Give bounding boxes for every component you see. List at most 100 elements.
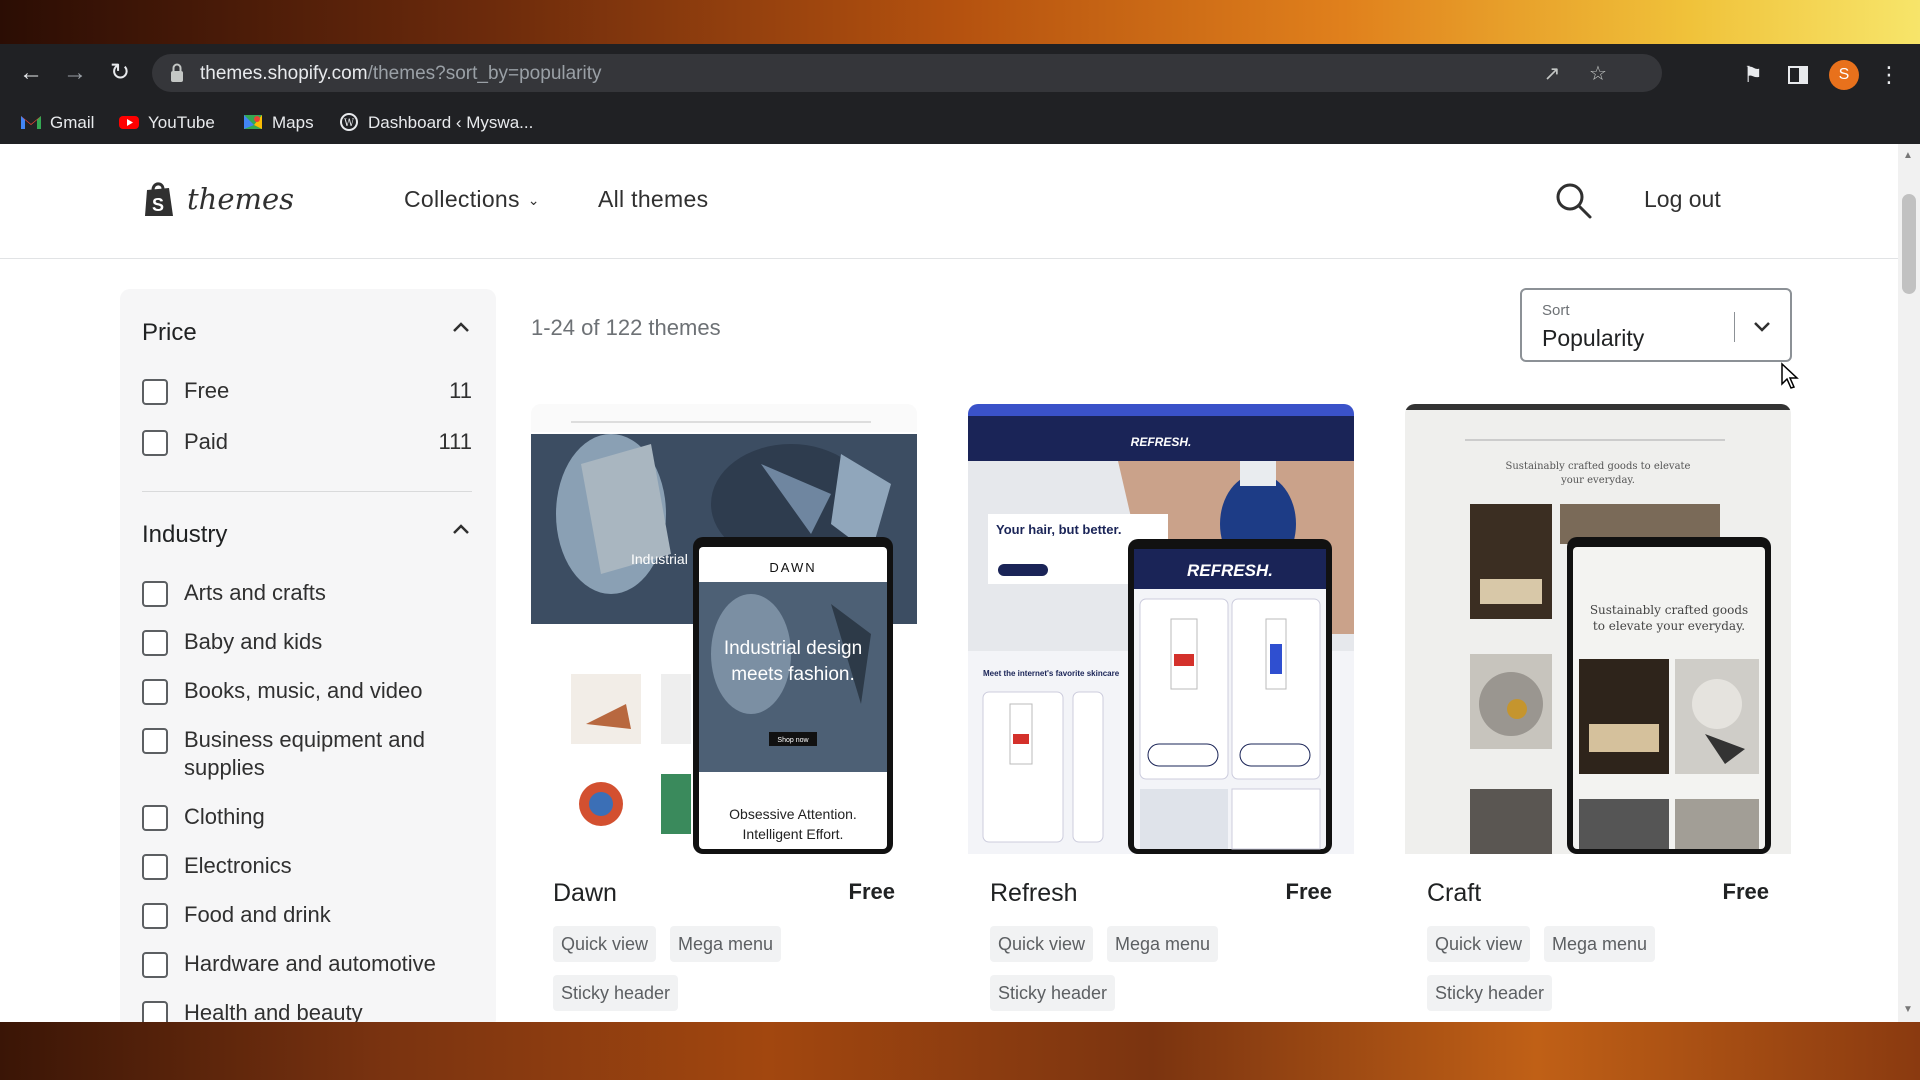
page-scrollbar[interactable]: ▲ ▼	[1898, 144, 1920, 1022]
bookmark-dashboard[interactable]: W Dashboard ‹ Myswa...	[338, 110, 533, 136]
scroll-up-arrow-icon[interactable]: ▲	[1903, 150, 1913, 161]
search-icon[interactable]	[1553, 180, 1593, 220]
checkbox[interactable]	[142, 952, 168, 978]
checkbox[interactable]	[142, 379, 168, 405]
lock-icon	[171, 63, 183, 82]
scroll-down-arrow-icon[interactable]: ▼	[1903, 1004, 1913, 1015]
theme-price: Free	[1285, 879, 1332, 904]
dawn-mobile-brand: DAWN	[769, 560, 816, 575]
bookmark-youtube[interactable]: YouTube	[118, 110, 215, 136]
checkbox[interactable]	[142, 679, 168, 705]
checkbox[interactable]	[142, 630, 168, 656]
theme-tag: Quick view	[553, 926, 657, 962]
svg-text:S: S	[152, 195, 164, 215]
checkbox[interactable]	[142, 805, 168, 831]
refresh-brand: REFRESH.	[1131, 435, 1192, 449]
checkbox[interactable]	[142, 854, 168, 880]
checkbox[interactable]	[142, 430, 168, 456]
chevron-down-icon	[1754, 322, 1770, 332]
refresh-mobile-brand: REFRESH.	[1187, 561, 1273, 580]
shopify-bag-icon: S	[145, 182, 173, 216]
nav-collections[interactable]: Collections ⌄	[404, 186, 540, 213]
desktop-wallpaper-bottom	[0, 1022, 1920, 1080]
extensions-puzzle-icon[interactable]: ⚑	[1740, 62, 1766, 88]
back-arrow-icon[interactable]: ←	[14, 56, 48, 90]
theme-name[interactable]: Dawn	[553, 879, 617, 908]
filter-count: 11	[449, 378, 472, 403]
results-count: 1-24 of 122 themes	[531, 315, 721, 340]
desktop-wallpaper-top	[0, 0, 1920, 44]
price-filter-title: Price	[142, 319, 197, 346]
filter-label: Food and drink	[184, 902, 331, 927]
dawn-preview-image: Industrial DAWN Industrial design meets …	[531, 404, 917, 854]
craft-mobile-tagline-2: to elevate your everyday.	[1593, 619, 1745, 633]
refresh-preview-image: REFRESH. Your hair, but better. Meet the…	[968, 404, 1354, 854]
logout-link[interactable]: Log out	[1644, 186, 1721, 213]
web-page: S themes Collections ⌄ All themes Log out…	[0, 144, 1898, 1022]
sort-label: Sort	[1542, 302, 1570, 319]
theme-preview-dawn[interactable]: Industrial DAWN Industrial design meets …	[531, 404, 917, 854]
theme-preview-refresh[interactable]: REFRESH. Your hair, but better. Meet the…	[968, 404, 1354, 854]
craft-preview-image: Sustainably crafted goods to elevate you…	[1405, 404, 1791, 854]
profile-avatar[interactable]: S	[1829, 60, 1859, 90]
forward-arrow-icon[interactable]: →	[58, 56, 92, 90]
checkbox[interactable]	[142, 581, 168, 607]
dawn-headline-2: meets fashion.	[731, 664, 855, 685]
theme-price: Free	[1722, 879, 1769, 904]
checkbox[interactable]	[142, 1001, 168, 1022]
bookmarks-bar: Gmail YouTube Maps W Dashboard ‹ Myswa...	[0, 102, 1920, 144]
scrollbar-thumb[interactable]	[1902, 194, 1916, 294]
theme-name[interactable]: Craft	[1427, 879, 1481, 908]
theme-tag: Quick view	[1427, 926, 1531, 962]
address-bar[interactable]: themes.shopify.com/themes?sort_by=popula…	[152, 54, 1662, 92]
checkbox[interactable]	[142, 903, 168, 929]
sort-select[interactable]: Sort Popularity	[1520, 288, 1792, 362]
bookmark-maps[interactable]: Maps	[242, 110, 314, 136]
theme-card-craft[interactable]: Sustainably crafted goods to elevate you…	[1405, 404, 1791, 1022]
theme-name[interactable]: Refresh	[990, 879, 1078, 908]
filter-label: Health and beauty	[184, 1000, 363, 1022]
checkbox[interactable]	[142, 728, 168, 754]
chevron-down-icon: ⌄	[527, 192, 540, 209]
dawn-sub-2: Intelligent Effort.	[743, 826, 844, 842]
theme-tag: Sticky header	[553, 975, 679, 1011]
site-header: S themes Collections ⌄ All themes Log out	[0, 144, 1898, 259]
reload-icon[interactable]: ↻	[103, 56, 137, 90]
craft-tagline-1: Sustainably crafted goods to elevate	[1506, 461, 1691, 472]
filter-label: Electronics	[184, 853, 292, 878]
chevron-up-icon[interactable]	[450, 317, 472, 339]
industry-filter-title: Industry	[142, 521, 228, 548]
side-panel-icon[interactable]	[1785, 62, 1811, 88]
bookmark-gmail[interactable]: Gmail	[20, 110, 94, 136]
dawn-cta: Shop now	[777, 737, 809, 744]
svg-text:W: W	[344, 118, 355, 129]
filter-label: Hardware and automotive	[184, 951, 436, 976]
nav-all-themes[interactable]: All themes	[598, 186, 708, 213]
share-icon[interactable]: ↗	[1540, 62, 1564, 86]
toolbar: ← → ↻ themes.shopify.com/themes?sort_by=…	[0, 44, 1920, 102]
chevron-up-icon[interactable]	[450, 519, 472, 541]
theme-card-dawn[interactable]: Industrial DAWN Industrial design meets …	[531, 404, 917, 1022]
theme-card-refresh[interactable]: REFRESH. Your hair, but better. Meet the…	[968, 404, 1354, 1022]
dawn-sub-1: Obsessive Attention.	[729, 806, 857, 822]
filter-label: Free	[184, 378, 230, 403]
filter-label: Paid	[184, 429, 229, 454]
theme-preview-craft[interactable]: Sustainably crafted goods to elevate you…	[1405, 404, 1791, 854]
browser-chrome: ← → ↻ themes.shopify.com/themes?sort_by=…	[0, 44, 1920, 144]
sort-value: Popularity	[1542, 325, 1645, 351]
craft-tagline-2: your everyday.	[1560, 475, 1635, 486]
dawn-headline-1: Industrial design	[724, 638, 862, 659]
filter-label: Baby and kids	[184, 629, 323, 654]
theme-tag: Mega menu	[670, 926, 782, 962]
filter-sidebar: Price Free 11 Paid 111 Industry Arts and…	[120, 289, 496, 1022]
more-vert-icon[interactable]: ⋮	[1876, 62, 1902, 88]
mouse-cursor-icon	[1781, 362, 1799, 389]
filter-label: Arts and crafts	[184, 580, 326, 605]
star-icon[interactable]: ☆	[1586, 62, 1610, 86]
divider	[1734, 312, 1735, 342]
theme-tag: Mega menu	[1544, 926, 1656, 962]
dawn-overlay-text: Industrial	[631, 551, 688, 567]
filter-count: 111	[438, 429, 472, 454]
maps-icon	[244, 114, 262, 129]
theme-tag: Sticky header	[1427, 975, 1553, 1011]
